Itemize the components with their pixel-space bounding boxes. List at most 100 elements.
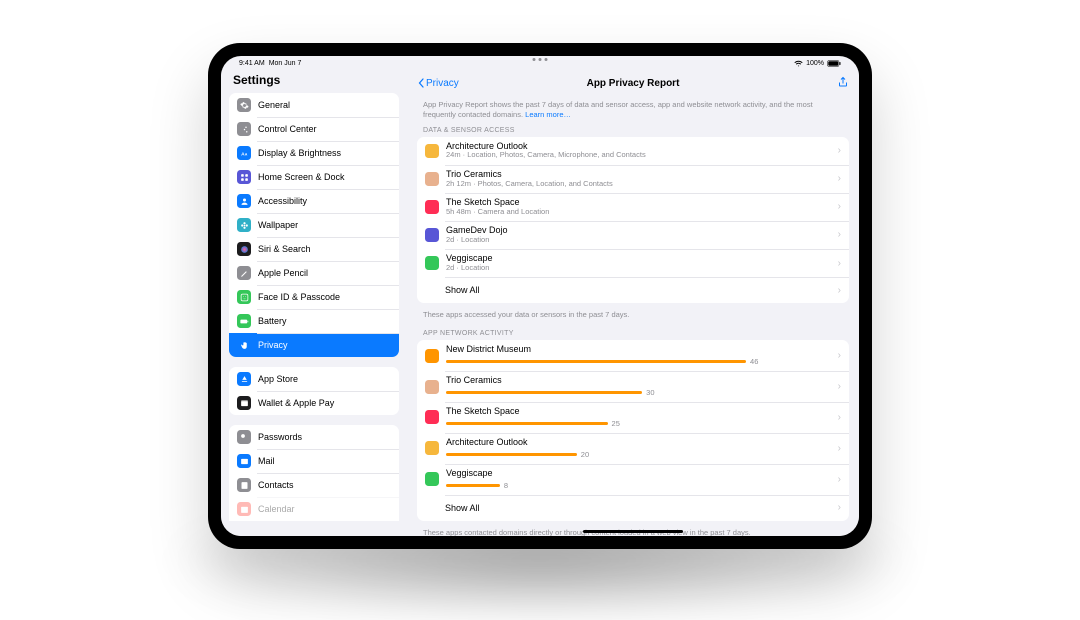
data-sensor-row[interactable]: Architecture Outlook 24m · Location, Pho…: [417, 137, 849, 165]
multitask-dots[interactable]: [533, 58, 548, 61]
activity-bar: [446, 360, 746, 363]
sidebar-item-label: Battery: [258, 316, 287, 326]
sidebar-item-pencil[interactable]: Apple Pencil: [229, 261, 399, 285]
report-description: App Privacy Report shows the past 7 days…: [417, 96, 849, 124]
app-subtitle: 24m · Location, Photos, Camera, Micropho…: [446, 151, 831, 159]
sidebar-item-accessibility[interactable]: Accessibility: [229, 189, 399, 213]
app-network-row[interactable]: Trio Ceramics 30 ›: [417, 371, 849, 402]
mail-icon: [237, 454, 251, 468]
chevron-right-icon: ›: [838, 201, 841, 212]
sidebar-item-battery[interactable]: Battery: [229, 309, 399, 333]
sidebar-item-wallet[interactable]: Wallet & Apple Pay: [229, 391, 399, 415]
wifi-icon: [794, 59, 803, 68]
app-network-row[interactable]: Architecture Outlook 20 ›: [417, 433, 849, 464]
app-icon: [425, 441, 439, 455]
app-subtitle: 2h 12m · Photos, Camera, Location, and C…: [446, 180, 831, 188]
sidebar-item-passwords[interactable]: Passwords: [229, 425, 399, 449]
chevron-right-icon: ›: [838, 443, 841, 454]
app-icon: [425, 172, 439, 186]
app-icon: [425, 144, 439, 158]
sidebar-item-label: Passwords: [258, 432, 302, 442]
section-header-data-sensor: DATA & SENSOR ACCESS: [417, 124, 849, 137]
learn-more-link[interactable]: Learn more…: [525, 110, 571, 119]
sidebar-item-label: General: [258, 100, 290, 110]
data-sensor-row[interactable]: The Sketch Space 5h 48m · Camera and Loc…: [417, 193, 849, 221]
sidebar-title: Settings: [221, 70, 407, 93]
sidebar-item-wallpaper[interactable]: Wallpaper: [229, 213, 399, 237]
sidebar-item-control-center[interactable]: Control Center: [229, 117, 399, 141]
chevron-right-icon: ›: [838, 258, 841, 269]
sidebar-item-calendar[interactable]: Calendar: [229, 497, 399, 521]
sidebar-item-label: Home Screen & Dock: [258, 172, 345, 182]
sidebar-item-label: Display & Brightness: [258, 148, 341, 158]
activity-value: 20: [581, 450, 589, 459]
app-icon: [425, 256, 439, 270]
sidebar-item-privacy[interactable]: Privacy: [229, 333, 399, 357]
aa-icon: AA: [237, 146, 251, 160]
flower-icon: [237, 218, 251, 232]
app-name: Veggiscape: [446, 469, 831, 479]
activity-value: 46: [750, 357, 758, 366]
sidebar-item-label: Face ID & Passcode: [258, 292, 340, 302]
show-all-data-sensor[interactable]: Show All›: [417, 277, 849, 303]
activity-value: 8: [504, 481, 508, 490]
app-subtitle: 2d · Location: [446, 264, 831, 272]
data-sensor-row[interactable]: GameDev Dojo 2d · Location ›: [417, 221, 849, 249]
data-sensor-row[interactable]: Trio Ceramics 2h 12m · Photos, Camera, L…: [417, 165, 849, 193]
chevron-right-icon: ›: [838, 229, 841, 240]
content-scroll[interactable]: App Privacy Report shows the past 7 days…: [407, 96, 859, 536]
app-icon: [425, 200, 439, 214]
appstore-icon: [237, 372, 251, 386]
section-header-app-network: APP NETWORK ACTIVITY: [417, 327, 849, 340]
back-button[interactable]: Privacy: [417, 78, 459, 89]
chevron-right-icon: ›: [838, 412, 841, 423]
app-icon: [425, 228, 439, 242]
app-name: Veggiscape: [446, 254, 831, 264]
activity-bar: [446, 422, 608, 425]
hand-icon: [237, 338, 251, 352]
detail-pane: Privacy App Privacy Report App Privacy R…: [407, 70, 859, 536]
app-network-row[interactable]: The Sketch Space 25 ›: [417, 402, 849, 433]
activity-bar: [446, 391, 642, 394]
sidebar-item-mail[interactable]: Mail: [229, 449, 399, 473]
chevron-right-icon: ›: [838, 474, 841, 485]
share-button[interactable]: [837, 76, 849, 90]
face-icon: [237, 290, 251, 304]
sidebar-item-display[interactable]: AA Display & Brightness: [229, 141, 399, 165]
sidebar-item-label: Apple Pencil: [258, 268, 308, 278]
chevron-right-icon: ›: [838, 173, 841, 184]
sidebar-item-contacts[interactable]: Contacts: [229, 473, 399, 497]
data-sensor-list: Architecture Outlook 24m · Location, Pho…: [417, 137, 849, 304]
app-network-list: New District Museum 46 › Trio Ceramics 3…: [417, 340, 849, 520]
sidebar-item-appstore[interactable]: App Store: [229, 367, 399, 391]
sidebar-item-label: Calendar: [258, 504, 295, 514]
status-time: 9:41 AM: [239, 60, 265, 67]
app-icon: [425, 472, 439, 486]
chevron-right-icon: ›: [838, 145, 841, 156]
sidebar-item-label: App Store: [258, 374, 298, 384]
app-subtitle: 5h 48m · Camera and Location: [446, 208, 831, 216]
chevron-right-icon: ›: [838, 502, 841, 513]
sidebar-item-faceid[interactable]: Face ID & Passcode: [229, 285, 399, 309]
sidebar-item-label: Privacy: [258, 340, 288, 350]
key-icon: [237, 430, 251, 444]
gear-icon: [237, 98, 251, 112]
sidebar-item-siri[interactable]: Siri & Search: [229, 237, 399, 261]
sidebar-item-general[interactable]: General: [229, 93, 399, 117]
back-label: Privacy: [426, 78, 459, 89]
home-indicator[interactable]: [583, 530, 683, 533]
app-network-row[interactable]: Veggiscape 8 ›: [417, 464, 849, 495]
show-all-app-network[interactable]: Show All›: [417, 495, 849, 521]
activity-bar: [446, 484, 500, 487]
sidebar-item-home-dock[interactable]: Home Screen & Dock: [229, 165, 399, 189]
activity-bar: [446, 453, 577, 456]
sidebar-item-label: Contacts: [258, 480, 294, 490]
data-sensor-row[interactable]: Veggiscape 2d · Location ›: [417, 249, 849, 277]
app-icon: [425, 410, 439, 424]
chevron-right-icon: ›: [838, 381, 841, 392]
sidebar-item-label: Wallpaper: [258, 220, 298, 230]
battery-percent: 100%: [806, 60, 824, 67]
app-subtitle: 2d · Location: [446, 236, 831, 244]
pencil-icon: [237, 266, 251, 280]
app-network-row[interactable]: New District Museum 46 ›: [417, 340, 849, 371]
